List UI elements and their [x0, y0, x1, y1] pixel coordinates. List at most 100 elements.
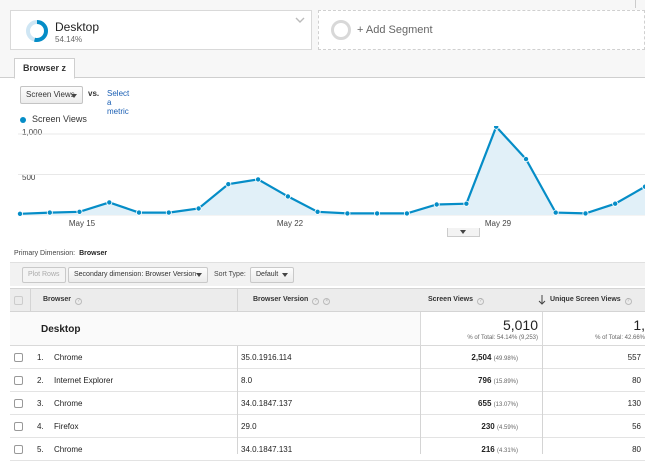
row-version[interactable]: 29.0	[241, 422, 257, 431]
header-browser-version[interactable]: Browser Version? ×	[253, 296, 331, 305]
data-point[interactable]	[344, 210, 351, 217]
divider	[237, 346, 238, 454]
data-point[interactable]	[135, 209, 142, 216]
row-checkbox[interactable]	[14, 399, 23, 408]
divider	[542, 346, 543, 454]
tab-browser[interactable]: Browser z	[14, 58, 76, 79]
row-checkbox[interactable]	[14, 445, 23, 454]
row-index: 3.	[37, 399, 44, 408]
data-point[interactable]	[165, 209, 172, 216]
data-point[interactable]	[493, 126, 500, 130]
legend-label: Screen Views	[32, 114, 87, 124]
caret-down-icon	[71, 94, 77, 98]
row-views-pct: (13.07%)	[493, 402, 518, 408]
series-line	[19, 126, 645, 215]
chevron-down-icon[interactable]	[295, 15, 305, 25]
data-point[interactable]	[76, 208, 83, 215]
row-views: 655 (13.07%)	[478, 399, 518, 408]
help-icon[interactable]: ?	[477, 298, 485, 305]
row-version[interactable]: 35.0.1916.114	[241, 353, 292, 362]
data-point[interactable]	[612, 200, 619, 207]
chart-legend: Screen Views	[20, 114, 87, 124]
data-point[interactable]	[46, 209, 53, 216]
row-browser[interactable]: Chrome	[54, 445, 82, 454]
segment-bar: Desktop 54.14% + Add Segment	[0, 0, 645, 58]
header-screen-views[interactable]: Screen Views?	[428, 296, 485, 305]
row-unique: 80	[632, 376, 641, 385]
data-point[interactable]	[195, 205, 202, 212]
row-checkbox[interactable]	[14, 422, 23, 431]
data-point[interactable]	[314, 208, 321, 215]
vs-label: vs.	[88, 89, 100, 98]
metric-dropdown[interactable]: Screen Views	[20, 86, 83, 104]
data-point[interactable]	[255, 176, 262, 183]
row-views-value: 216	[481, 445, 495, 454]
row-views-pct: (49.98%)	[493, 356, 518, 362]
header-browser-version-label: Browser Version	[253, 296, 309, 303]
segment-percent: 54.14%	[55, 35, 83, 44]
table-row[interactable]: 3. Chrome 34.0.1847.137 655 (13.07%) 130	[10, 392, 645, 415]
plot-rows-button[interactable]: Plot Rows	[22, 267, 66, 283]
row-version[interactable]: 8.0	[241, 376, 252, 385]
add-segment-button[interactable]: + Add Segment	[318, 10, 645, 50]
table-row[interactable]: 5. Chrome 34.0.1847.131 216 (4.31%) 80	[10, 438, 645, 461]
row-views-value: 796	[478, 376, 492, 385]
data-point[interactable]	[582, 210, 589, 217]
data-point[interactable]	[463, 200, 470, 207]
divider	[237, 288, 238, 312]
help-icon[interactable]: ?	[312, 298, 320, 305]
help-icon[interactable]: ?	[624, 298, 632, 305]
sort-arrow-down-icon[interactable]	[538, 295, 546, 305]
sort-type-dropdown[interactable]: Default	[250, 267, 294, 283]
help-icon[interactable]: ?	[75, 298, 83, 305]
row-browser[interactable]: Chrome	[54, 353, 82, 362]
summary-screen-views-total: % of Total: 54.14% (9,253)	[467, 335, 538, 341]
row-unique: 130	[627, 399, 641, 408]
row-checkbox[interactable]	[14, 353, 23, 362]
row-views: 2,504 (49.98%)	[471, 353, 518, 362]
chart-collapse-handle[interactable]	[447, 228, 480, 237]
row-version[interactable]: 34.0.1847.137	[241, 399, 292, 408]
row-version[interactable]: 34.0.1847.131	[241, 445, 292, 454]
metric-dropdown-label: Screen Views	[26, 90, 75, 99]
table-toolbar: Plot Rows Secondary dimension: Browser V…	[10, 262, 645, 286]
caret-down-icon	[282, 273, 288, 277]
data-point[interactable]	[552, 209, 559, 216]
segment-name: Desktop	[55, 20, 100, 34]
header-browser[interactable]: Browser?	[43, 296, 83, 305]
table-row[interactable]: 2. Internet Explorer 8.0 796 (15.89%) 80	[10, 369, 645, 392]
header-unique-screen-views[interactable]: Unique Screen Views?	[550, 296, 632, 305]
primary-dimension-label: Primary Dimension:	[14, 250, 76, 257]
row-browser[interactable]: Chrome	[54, 399, 82, 408]
data-point[interactable]	[284, 193, 291, 200]
data-point[interactable]	[523, 156, 530, 163]
caret-down-icon	[196, 273, 202, 277]
data-point[interactable]	[403, 210, 410, 217]
secondary-dimension-dropdown[interactable]: Secondary dimension: Browser Version	[68, 267, 208, 283]
row-views-pct: (4.59%)	[496, 425, 518, 431]
data-point[interactable]	[225, 181, 232, 188]
data-point[interactable]	[106, 199, 113, 206]
select-all-checkbox[interactable]	[14, 296, 23, 305]
segment-desktop[interactable]: Desktop 54.14%	[10, 10, 312, 50]
summary-label: Desktop	[41, 324, 81, 335]
summary-unique-views: 1, % of Total: 42.66%	[542, 312, 645, 346]
row-views-value: 655	[478, 399, 492, 408]
summary-screen-views: 5,010 % of Total: 54.14% (9,253)	[420, 312, 542, 346]
remove-dimension-icon[interactable]: ×	[323, 298, 331, 305]
row-browser[interactable]: Firefox	[54, 422, 78, 431]
table-row[interactable]: 1. Chrome 35.0.1916.114 2,504 (49.98%) 5…	[10, 346, 645, 369]
row-checkbox[interactable]	[14, 376, 23, 385]
table-row[interactable]: 4. Firefox 29.0 230 (4.59%) 56	[10, 415, 645, 438]
data-point[interactable]	[433, 201, 440, 208]
select-metric-link[interactable]: Select a metric	[107, 89, 129, 116]
series-area	[20, 126, 645, 215]
header-browser-label: Browser	[43, 296, 72, 303]
tab-strip: Browser z	[0, 58, 645, 79]
sort-type-label: Sort Type:	[214, 271, 246, 278]
primary-dimension-value[interactable]: Browser	[79, 250, 107, 257]
data-point[interactable]	[16, 210, 23, 217]
row-index: 1.	[37, 353, 44, 362]
data-point[interactable]	[374, 210, 381, 217]
row-browser[interactable]: Internet Explorer	[54, 376, 113, 385]
